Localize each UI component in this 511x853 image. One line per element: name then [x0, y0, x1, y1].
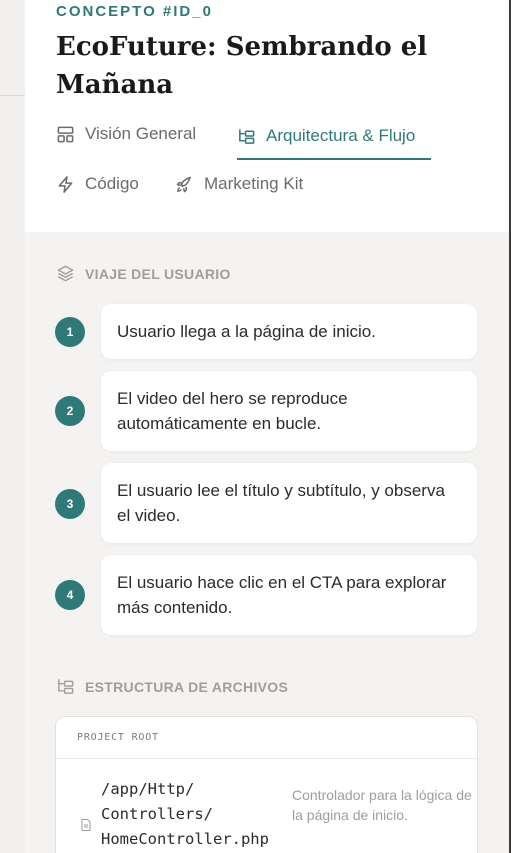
- step-number-badge: 4: [55, 580, 85, 610]
- layout-icon: [57, 126, 74, 142]
- lightning-icon: [58, 175, 73, 193]
- background-window: [0, 0, 25, 853]
- file-structure-card: PROJECT ROOT /app/Http/ Controllers/ Hom…: [55, 716, 478, 853]
- section-label: ESTRUCTURA DE ARCHIVOS: [85, 678, 289, 695]
- section-label: VIAJE DEL USUARIO: [85, 265, 231, 282]
- file-path: /app/Http/ Controllers/ HomeController.p…: [101, 780, 269, 848]
- project-root-label: PROJECT ROOT: [56, 717, 477, 759]
- step-card: El usuario hace clic en el CTA para expl…: [101, 555, 477, 635]
- file-description: Controlador para la lógica de la página …: [292, 787, 472, 823]
- layers-icon: [57, 265, 74, 282]
- step-card: Usuario llega a la página de inicio.: [101, 304, 477, 359]
- concept-panel: CONCEPTO #ID_0 EcoFuture: Sembrando el M…: [25, 0, 509, 853]
- tab-vision-general[interactable]: Visión General: [56, 114, 196, 154]
- tab-label: Código: [85, 174, 139, 193]
- background-divider: [0, 95, 25, 96]
- structure-section-title: ESTRUCTURA DE ARCHIVOS: [56, 677, 288, 696]
- step-number-badge: 3: [55, 489, 85, 519]
- journey-section-title: VIAJE DEL USUARIO: [56, 264, 231, 283]
- tab-codigo[interactable]: Código: [56, 164, 139, 204]
- folder-tree-icon: [58, 679, 74, 694]
- concept-id-label: CONCEPTO #ID_0: [56, 3, 213, 20]
- tab-arquitectura-flujo[interactable]: Arquitectura & Flujo: [237, 114, 431, 160]
- step-number-badge: 2: [55, 396, 85, 426]
- panel-header: CONCEPTO #ID_0 EcoFuture: Sembrando el M…: [25, 0, 509, 232]
- tab-marketing-kit[interactable]: Marketing Kit: [175, 164, 303, 204]
- tab-label: Marketing Kit: [204, 174, 304, 193]
- tab-label: Arquitectura & Flujo: [266, 126, 416, 145]
- tab-label: Visión General: [85, 124, 197, 143]
- rocket-icon: [176, 176, 191, 192]
- step-card: El usuario lee el título y subtítulo, y …: [101, 463, 477, 543]
- folder-tree-icon: [239, 128, 255, 144]
- page-title: EcoFuture: Sembrando el Mañana: [56, 32, 428, 100]
- step-number-badge: 1: [55, 317, 85, 347]
- file-icon: [81, 819, 91, 831]
- step-card: El video del hero se reproduce automátic…: [101, 371, 477, 451]
